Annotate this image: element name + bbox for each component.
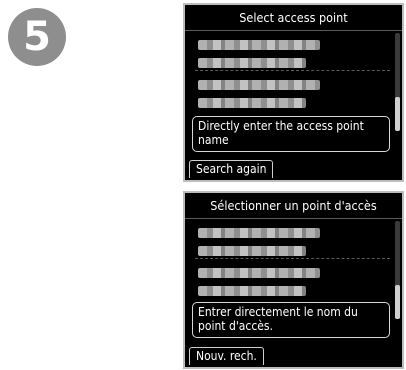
blurred-access-point-detail	[198, 246, 306, 256]
access-point-list	[185, 219, 402, 301]
search-again-button[interactable]: Nouv. rech.	[189, 347, 264, 365]
direct-entry-option[interactable]: Entrer directement le nom du point d'acc…	[192, 302, 390, 338]
blurred-access-point-name	[198, 228, 320, 238]
access-point-item[interactable]	[195, 31, 390, 71]
screen-title: Select access point	[185, 5, 402, 31]
blurred-access-point-detail	[198, 286, 306, 296]
scrollbar-thumb[interactable]	[395, 97, 400, 131]
printer-screen-french: Sélectionner un point d'accès Entrer dir…	[183, 191, 404, 369]
blurred-access-point-name	[198, 80, 320, 90]
access-point-list	[185, 31, 402, 113]
scrollbar[interactable]	[395, 33, 400, 131]
search-again-button[interactable]: Search again	[189, 160, 274, 178]
scrollbar-thumb[interactable]	[395, 285, 400, 319]
blurred-access-point-name	[198, 40, 320, 50]
step-number-badge: 5	[8, 8, 66, 66]
access-point-item[interactable]	[195, 219, 390, 259]
blurred-access-point-detail	[198, 98, 306, 108]
blurred-access-point-name	[198, 268, 320, 278]
screen-title: Sélectionner un point d'accès	[185, 193, 402, 219]
printer-screen-english: Select access point Directly enter the a…	[183, 3, 404, 182]
access-point-item[interactable]	[195, 259, 390, 299]
access-point-item[interactable]	[195, 71, 390, 111]
scrollbar[interactable]	[395, 221, 400, 319]
step-number: 5	[23, 14, 51, 60]
blurred-access-point-detail	[198, 58, 306, 68]
direct-entry-option[interactable]: Directly enter the access point name	[192, 116, 390, 152]
